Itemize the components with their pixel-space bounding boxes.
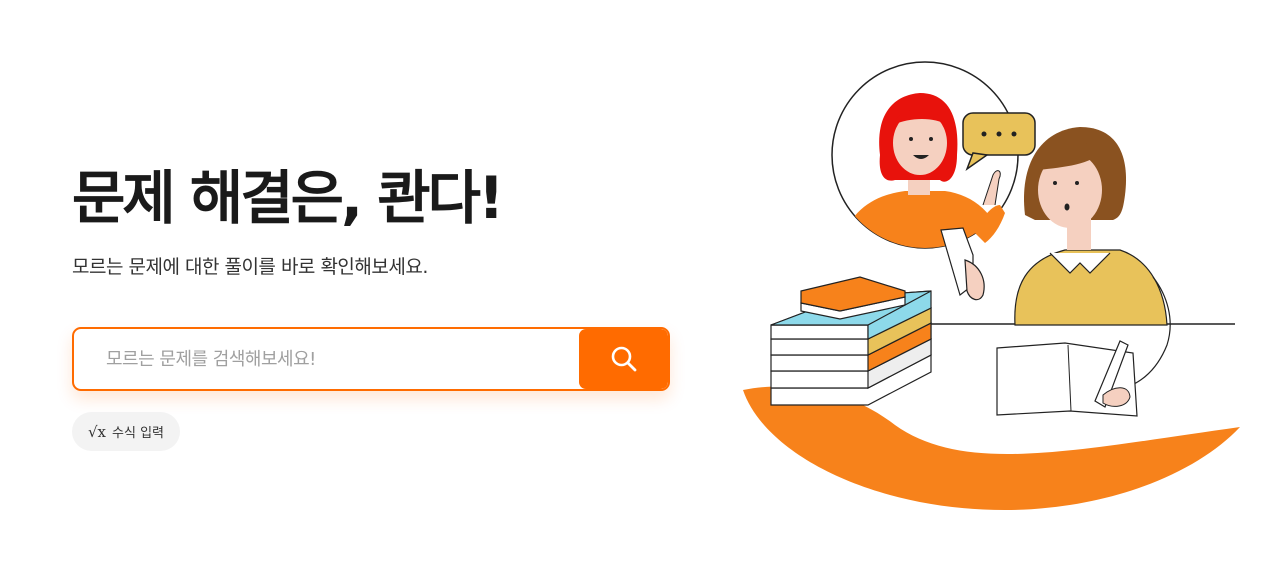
sqrt-x-icon: √x <box>87 422 107 441</box>
hero-illustration <box>743 61 1240 510</box>
page-title: 문제 해결은, 콴다! <box>72 164 504 232</box>
formula-input-label: 수식 입력 <box>112 426 164 441</box>
search-icon <box>611 346 636 372</box>
search-box <box>72 327 670 391</box>
page-subtitle: 모르는 문제에 대한 풀이를 바로 확인해보세요. <box>72 256 428 278</box>
formula-input-button[interactable]: √x 수식 입력 <box>72 412 180 451</box>
search-button[interactable] <box>579 329 668 389</box>
speech-bubble-person-group <box>831 61 1019 249</box>
hero-section: 문제 해결은, 콴다! 모르는 문제에 대한 풀이를 바로 확인해보세요. √x… <box>72 0 692 575</box>
search-input[interactable] <box>74 329 582 389</box>
book-stack <box>770 276 932 406</box>
notebook-drawing <box>996 340 1138 417</box>
